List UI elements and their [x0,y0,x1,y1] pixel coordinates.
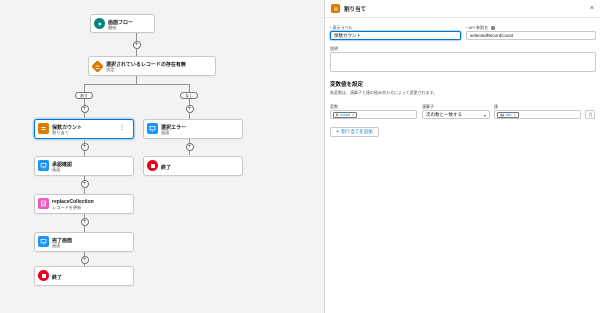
add-element-button[interactable]: + [80,105,89,113]
flow-canvas: 画面フロー 開始 + 選択されているレコードの存在有無 決定 あり なし + +… [0,0,324,313]
label-input[interactable]: 保数カウント [330,31,461,40]
variable-value: count [340,112,351,117]
trash-icon [588,112,592,117]
add-element-button[interactable]: + [185,143,194,151]
plus-icon: + [336,129,340,135]
api-name-label-text: * API 参照名 [466,25,489,30]
more-actions-icon[interactable]: ⋮ [119,125,125,131]
stop-icon [38,270,49,281]
add-element-button[interactable]: + [185,105,194,113]
operator-value: 次の数と一致する [426,111,462,117]
chevron-down-icon: ▾ [483,112,486,118]
connector [189,84,190,120]
info-icon[interactable]: i [491,26,496,30]
description-textarea[interactable] [330,52,596,72]
record-update-icon [38,198,49,209]
play-icon [94,18,105,29]
value-input[interactable]: A͟a ids × [494,110,581,119]
branch-label-no[interactable]: なし [180,92,198,99]
assignment-icon [331,4,340,13]
stop-icon [147,160,158,171]
api-name-input[interactable]: selectedRecordCount [466,31,596,40]
node-title: 選択されているレコードの存在有無 [106,61,186,68]
text-icon: A͟a [500,112,505,117]
assignment-node[interactable]: 保数カウント 割り当て ⋮ [34,119,134,139]
close-icon[interactable]: × [590,5,594,12]
node-subtitle: 画面 [161,129,170,135]
add-assignment-label: 割り当てを追加 [341,129,373,134]
connector [84,84,85,120]
operator-select[interactable]: 次の数と一致する ▾ [422,110,490,119]
node-title: 終了 [52,275,63,281]
add-element-button[interactable]: + [80,143,89,151]
connector [84,84,189,85]
panel-title: 割り当て [344,6,367,13]
complete-screen-node[interactable]: 完了画面 画面 [34,232,134,252]
section-description: 各変数は、演算子と値の組み合わせによって変更されます。 [330,90,438,95]
pill-remove-icon[interactable]: × [513,112,515,117]
node-subtitle: レコードを更新 [52,204,82,210]
panel-header: 割り当て × [325,0,600,18]
connector [136,76,137,84]
value-pill[interactable]: A͟a ids × [497,111,519,118]
add-element-button[interactable]: + [80,218,89,226]
section-title: 変数値を設定 [330,82,364,88]
variable-pill[interactable]: # count × [333,111,358,118]
delete-row-button[interactable] [585,110,595,119]
add-assignment-button[interactable]: + 割り当てを追加 [330,127,379,137]
update-records-node[interactable]: replaceCollection レコードを更新 [34,194,134,214]
add-element-button[interactable]: + [80,256,89,264]
end-node[interactable]: 終了 [34,266,134,286]
end-node[interactable]: 終了 [143,156,243,176]
node-subtitle: 割り当て [52,129,69,135]
assignment-icon [38,123,49,134]
property-panel: 割り当て × * 表示ラベル 保数カウント * API 参照名 i select… [324,0,600,313]
decision-node[interactable]: 選択されているレコードの存在有無 決定 [88,56,216,76]
variable-input[interactable]: # count × [330,110,417,119]
confirm-screen-node[interactable]: 承認確認 画面 [34,156,134,176]
screen-icon [147,123,158,134]
node-subtitle: 決定 [106,66,115,72]
node-title: 終了 [161,165,172,171]
branch-label-yes[interactable]: あり [75,92,93,99]
value-value: ids [506,112,512,117]
node-subtitle: 画面 [52,242,61,248]
start-node[interactable]: 画面フロー 開始 [90,14,155,33]
screen-icon [38,236,49,247]
add-element-button[interactable]: + [132,41,141,49]
number-icon: # [336,112,339,117]
node-subtitle: 画面 [52,166,61,172]
node-subtitle: 開始 [108,24,117,30]
pill-remove-icon[interactable]: × [352,112,354,117]
screen-icon [38,160,49,171]
add-element-button[interactable]: + [80,180,89,188]
error-screen-node[interactable]: 選択エラー 画面 [143,119,243,139]
decision-icon [91,60,104,73]
